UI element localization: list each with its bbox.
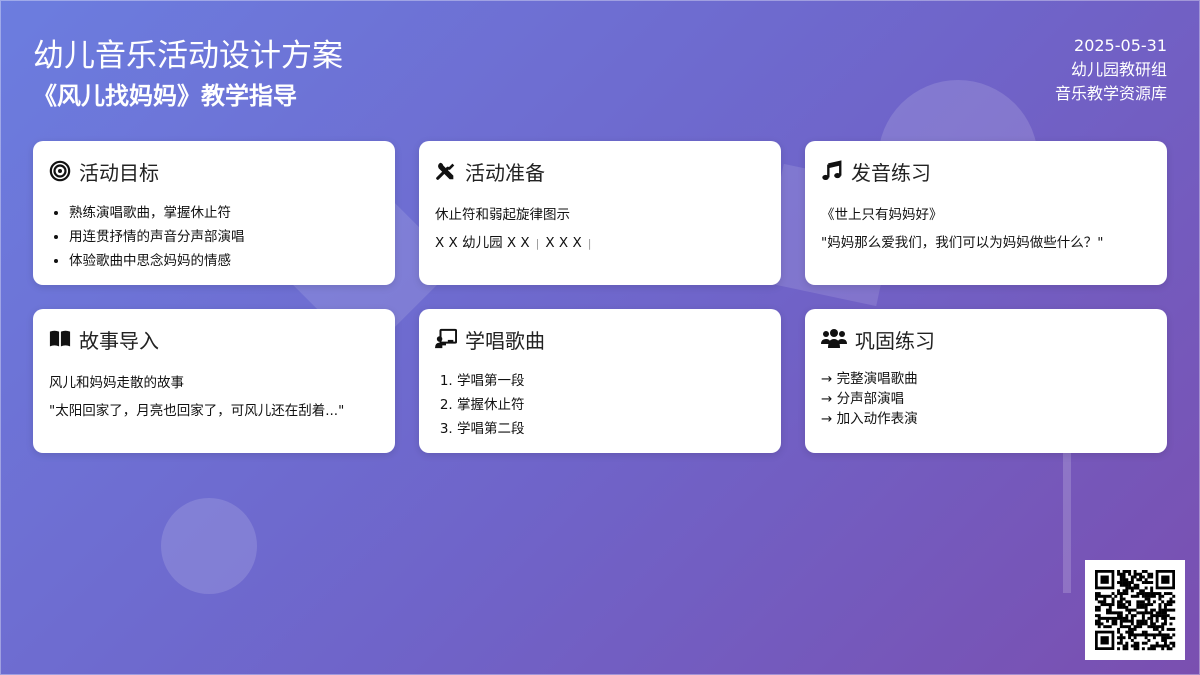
card-title: 活动准备 xyxy=(435,157,765,185)
rhythm-text: X X X xyxy=(545,235,582,251)
rhythm-text: X X 幼儿园 X X xyxy=(435,235,530,251)
quote: "妈妈那么爱我们，我们可以为妈妈做些什么？" xyxy=(821,235,1104,251)
qr-code-icon xyxy=(1095,570,1176,651)
card-title-text: 巩固练习 xyxy=(855,328,935,353)
users-icon xyxy=(821,329,847,348)
practice-list: → 完整演唱歌曲 → 分声部演唱 → 加入动作表演 xyxy=(821,369,1151,429)
list-item: 用连贯抒情的声音分声部演唱 xyxy=(69,225,379,249)
quote: "太阳回家了，月亮也回家了，可风儿还在刮着..." xyxy=(49,403,345,419)
steps-list: 学唱第一段 掌握休止符 学唱第二段 xyxy=(435,369,765,441)
teacher-board-icon xyxy=(435,328,457,349)
list-item: 掌握休止符 xyxy=(457,393,765,417)
story-line: 风儿和妈妈走散的故事 xyxy=(49,375,184,391)
page-subtitle: 《风儿找妈妈》教学指导 xyxy=(33,82,297,110)
card-title-text: 活动准备 xyxy=(465,160,545,185)
card-title-text: 发音练习 xyxy=(851,160,931,185)
goals-list: 熟练演唱歌曲，掌握休止符 用连贯抒情的声音分声部演唱 体验歌曲中思念妈妈的情感 xyxy=(49,201,379,273)
card-title: 发音练习 xyxy=(821,157,1151,185)
prep-line: 休止符和弱起旋律图示 xyxy=(435,207,570,223)
card-title: 活动目标 xyxy=(49,157,379,185)
card-title-text: 学唱歌曲 xyxy=(465,328,545,353)
page-title: 幼儿音乐活动设计方案 xyxy=(33,38,343,74)
rest-mark: | xyxy=(587,237,592,250)
list-item: 学唱第一段 xyxy=(457,369,765,393)
list-item: 学唱第二段 xyxy=(457,417,765,441)
song-title: 《世上只有妈妈好》 xyxy=(821,207,943,223)
card-story: 故事导入 风儿和妈妈走散的故事 "太阳回家了，月亮也回家了，可风儿还在刮着...… xyxy=(33,309,395,453)
card-learn: 学唱歌曲 学唱第一段 掌握休止符 学唱第二段 xyxy=(419,309,781,453)
rhythm-line: X X 幼儿园 X X | X X X | xyxy=(435,229,765,258)
rest-mark: | xyxy=(535,237,540,250)
card-prep: 活动准备 休止符和弱起旋律图示 X X 幼儿园 X X | X X X | xyxy=(419,141,781,285)
target-icon xyxy=(49,160,71,182)
card-practice: 巩固练习 → 完整演唱歌曲 → 分声部演唱 → 加入动作表演 xyxy=(805,309,1167,453)
tools-icon xyxy=(436,162,455,180)
card-title-text: 故事导入 xyxy=(79,328,159,353)
list-item: → 分声部演唱 xyxy=(821,391,905,407)
card-vocal: 发音练习 《世上只有妈妈好》 "妈妈那么爱我们，我们可以为妈妈做些什么？" xyxy=(805,141,1167,285)
music-note-icon xyxy=(822,160,842,180)
list-item: 体验歌曲中思念妈妈的情感 xyxy=(69,249,379,273)
list-item: → 完整演唱歌曲 xyxy=(821,371,918,387)
list-item: → 加入动作表演 xyxy=(821,411,918,427)
qr-code[interactable] xyxy=(1085,560,1185,660)
list-item: 熟练演唱歌曲，掌握休止符 xyxy=(69,201,379,225)
source-label: 音乐教学资源库 xyxy=(1054,84,1167,103)
org-label: 幼儿园教研组 xyxy=(1070,60,1167,79)
card-goals: 活动目标 熟练演唱歌曲，掌握休止符 用连贯抒情的声音分声部演唱 体验歌曲中思念妈… xyxy=(33,141,395,285)
date-label: 2025-05-31 xyxy=(1074,36,1167,55)
card-title-text: 活动目标 xyxy=(79,160,159,185)
card-title: 巩固练习 xyxy=(821,325,1151,353)
book-icon xyxy=(49,330,71,347)
header-meta: 2025-05-31 幼儿园教研组 音乐教学资源库 xyxy=(1055,34,1167,106)
card-title: 故事导入 xyxy=(49,325,379,353)
card-title: 学唱歌曲 xyxy=(435,325,765,353)
